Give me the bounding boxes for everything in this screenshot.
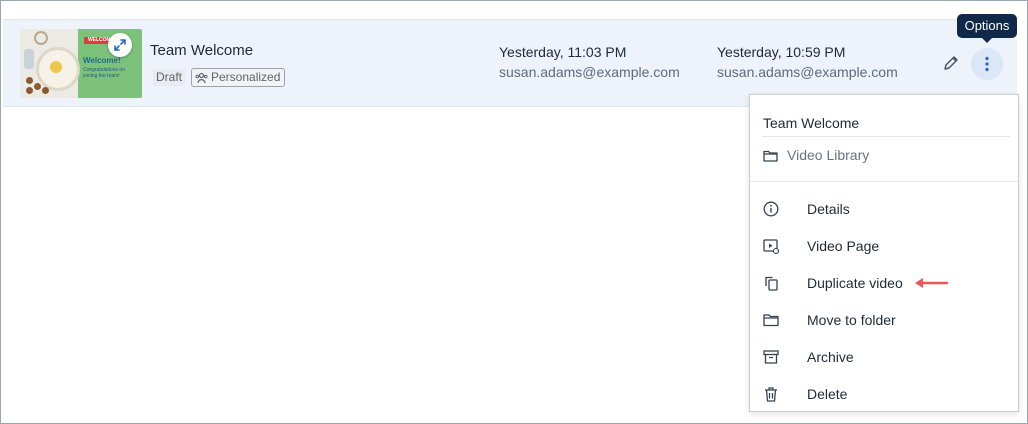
menu-item-label: Video Page bbox=[807, 238, 880, 254]
folder-label: Video Library bbox=[787, 147, 870, 163]
created-date: Yesterday, 10:59 PM bbox=[717, 44, 846, 60]
menu-item-label: Move to folder bbox=[807, 312, 896, 328]
modified-column: Yesterday, 11:03 PM susan.adams@example.… bbox=[499, 44, 680, 80]
folder-icon bbox=[763, 150, 778, 162]
options-tooltip: Options bbox=[957, 14, 1017, 43]
video-page-icon bbox=[763, 239, 779, 254]
menu-item-video-page[interactable]: Video Page bbox=[750, 229, 1018, 263]
menu-video-title: Team Welcome bbox=[763, 115, 860, 131]
personalized-tag: Personalized bbox=[191, 68, 286, 87]
info-icon bbox=[763, 201, 779, 217]
menu-item-move-to-folder[interactable]: Move to folder bbox=[750, 303, 1018, 337]
thumbnail-nut bbox=[26, 87, 33, 94]
options-button[interactable] bbox=[971, 48, 1003, 80]
people-icon bbox=[195, 72, 208, 83]
thumbnail-nut bbox=[42, 87, 49, 94]
annotation-arrow-icon bbox=[915, 278, 949, 288]
thumbnail-yolk bbox=[50, 61, 62, 73]
folder-icon bbox=[763, 314, 779, 327]
video-title[interactable]: Team Welcome bbox=[150, 42, 253, 59]
menu-folder-location[interactable]: Video Library bbox=[763, 147, 869, 163]
duplicate-icon bbox=[765, 276, 778, 291]
window-frame: WELCOME Welcome! Congratulations on join… bbox=[0, 0, 1028, 424]
menu-divider bbox=[762, 136, 1010, 137]
archive-icon bbox=[763, 350, 779, 364]
thumbnail-bottle bbox=[24, 49, 34, 69]
video-thumbnail[interactable]: WELCOME Welcome! Congratulations on join… bbox=[20, 29, 142, 98]
expand-icon bbox=[114, 39, 126, 51]
trash-icon bbox=[765, 387, 777, 402]
modified-date: Yesterday, 11:03 PM bbox=[499, 44, 627, 60]
kebab-icon bbox=[985, 56, 989, 72]
menu-item-label: Archive bbox=[807, 349, 854, 365]
thumbnail-nut bbox=[26, 77, 33, 84]
created-by: susan.adams@example.com bbox=[717, 64, 898, 80]
personalized-label: Personalized bbox=[211, 70, 281, 84]
options-menu: Team Welcome Video Library Details Video… bbox=[749, 94, 1019, 412]
edit-pencil-icon[interactable] bbox=[941, 53, 961, 73]
menu-item-label: Details bbox=[807, 201, 850, 217]
menu-item-delete[interactable]: Delete bbox=[750, 377, 1018, 411]
created-column: Yesterday, 10:59 PM susan.adams@example.… bbox=[717, 44, 898, 80]
thumbnail-subtext: Congratulations on joining the team! bbox=[83, 67, 125, 79]
thumbnail-heading: Welcome! bbox=[83, 56, 121, 65]
menu-item-archive[interactable]: Archive bbox=[750, 340, 1018, 374]
menu-item-duplicate-video[interactable]: Duplicate video bbox=[750, 266, 1018, 300]
expand-preview-button[interactable] bbox=[108, 33, 132, 57]
menu-item-details[interactable]: Details bbox=[750, 192, 1018, 226]
status-badge: Draft bbox=[153, 69, 186, 86]
menu-item-label: Delete bbox=[807, 386, 848, 402]
modified-by: susan.adams@example.com bbox=[499, 64, 680, 80]
thumbnail-nut bbox=[34, 83, 41, 90]
menu-item-label: Duplicate video bbox=[807, 275, 903, 291]
menu-divider bbox=[750, 181, 1018, 182]
thumbnail-spoon bbox=[34, 31, 48, 45]
